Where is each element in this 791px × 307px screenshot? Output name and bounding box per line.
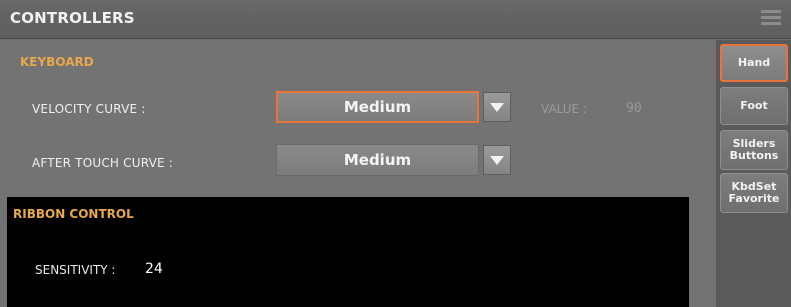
velocity-curve-dropdown-button[interactable] <box>483 92 511 122</box>
hamburger-menu-icon[interactable] <box>761 10 781 26</box>
ribbon-section-title: RIBBON CONTROL <box>13 207 134 221</box>
tab-hand[interactable]: Hand <box>720 44 788 82</box>
page-title: CONTROLLERS <box>10 9 135 27</box>
after-touch-curve-value: Medium <box>343 151 412 169</box>
after-touch-curve-select[interactable]: Medium <box>276 144 479 176</box>
after-touch-curve-dropdown-button[interactable] <box>483 145 511 175</box>
ribbon-control-panel: RIBBON CONTROL SENSITIVITY : 24 <box>7 197 689 307</box>
velocity-curve-value: Medium <box>343 98 412 116</box>
sensitivity-label: SENSITIVITY : <box>35 263 116 277</box>
chevron-down-icon <box>490 155 504 165</box>
tab-label-line2: Buttons <box>729 149 779 162</box>
keyboard-section-title: KEYBOARD <box>20 55 94 69</box>
tab-sliders-buttons[interactable]: Sliders Buttons <box>720 130 788 170</box>
tab-kbdset-favorite[interactable]: KbdSet Favorite <box>720 173 788 213</box>
sensitivity-value[interactable]: 24 <box>145 261 163 277</box>
velocity-curve-label: VELOCITY CURVE : <box>32 102 146 116</box>
tab-label: Hand <box>737 56 771 69</box>
tab-label: Foot <box>740 99 768 112</box>
after-touch-curve-label: AFTER TOUCH CURVE : <box>32 156 174 170</box>
velocity-value-label: VALUE : <box>541 102 587 116</box>
velocity-curve-select[interactable]: Medium <box>276 91 479 123</box>
tab-foot[interactable]: Foot <box>720 87 788 125</box>
controllers-window: CONTROLLERS KEYBOARD VELOCITY CURVE : Me… <box>0 0 791 307</box>
tab-label-line2: Favorite <box>728 192 780 205</box>
velocity-value-number: 90 <box>626 101 642 116</box>
side-tab-bar: Hand Foot Sliders Buttons KbdSet Favorit… <box>716 40 791 307</box>
title-bar: CONTROLLERS <box>0 0 791 39</box>
chevron-down-icon <box>490 102 504 112</box>
